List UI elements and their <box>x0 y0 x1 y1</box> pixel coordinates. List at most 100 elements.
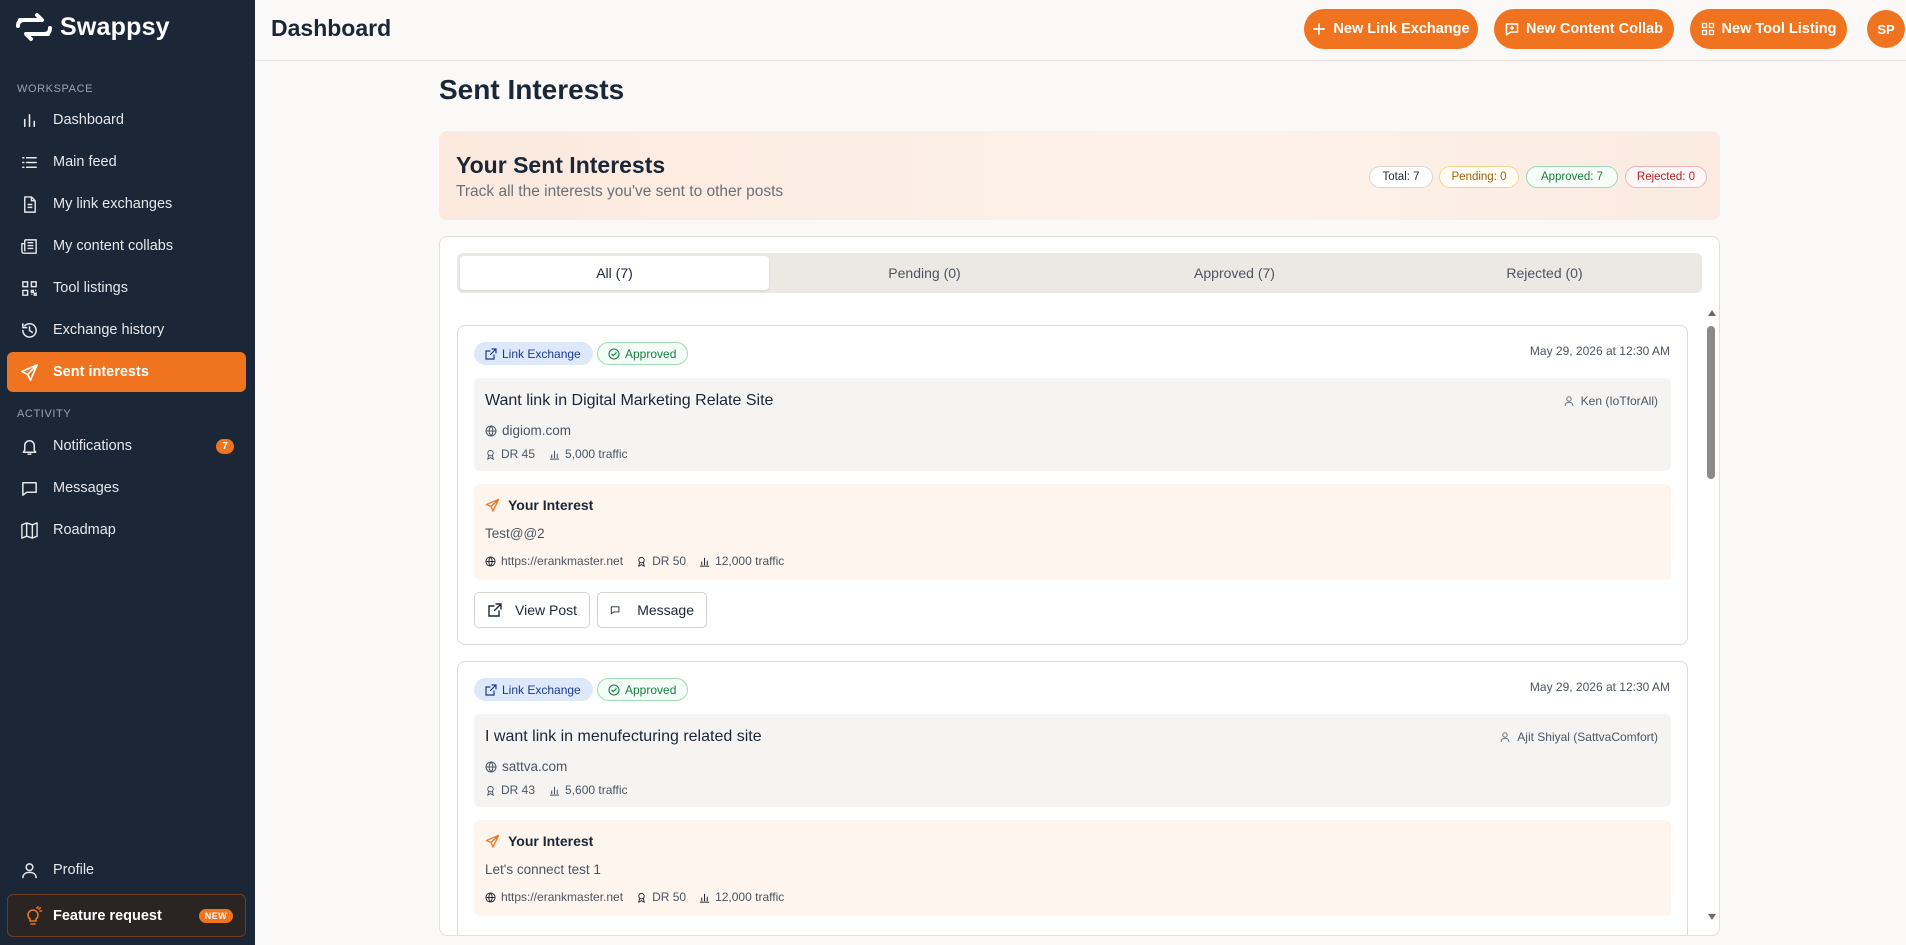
your-interest-heading: Your Interest <box>485 833 593 849</box>
post-traffic: 5,600 traffic <box>549 783 628 797</box>
user-avatar[interactable]: SP <box>1867 10 1905 48</box>
list-scrollbar[interactable] <box>1706 310 1718 920</box>
interest-card: Link Exchange Approved May 29, 2026 at 1… <box>457 661 1688 935</box>
interests-panel: All (7) Pending (0) Approved (7) Rejecte… <box>439 236 1720 936</box>
post-title: Want link in Digital Marketing Relate Si… <box>485 392 774 409</box>
feature-request-button[interactable]: Feature request NEW <box>7 894 246 937</box>
new-content-collab-button[interactable]: New Content Collab <box>1494 9 1674 49</box>
tab-rejected[interactable]: Rejected (0) <box>1390 256 1699 290</box>
total-count-badge: Total: 7 <box>1369 166 1433 188</box>
sidebar-item-label: Sent interests <box>53 364 149 380</box>
tab-approved[interactable]: Approved (7) <box>1080 256 1389 290</box>
award-icon <box>487 449 494 460</box>
message-button[interactable]: Message <box>597 592 707 628</box>
post-dr: DR 45 <box>485 447 535 461</box>
external-link-icon <box>485 347 497 360</box>
sidebar-item-main-feed[interactable]: Main feed <box>7 142 246 182</box>
list-icon <box>22 156 37 168</box>
post-site: digiom.com <box>485 423 571 438</box>
status-badge-label: Approved <box>625 682 677 697</box>
plus-icon <box>1313 23 1326 35</box>
app-logo[interactable]: Swappsy <box>14 10 170 44</box>
sidebar-item-tool-listings[interactable]: Tool listings <box>7 268 246 308</box>
check-circle-icon <box>608 683 620 696</box>
sidebar-item-label: Profile <box>53 862 95 878</box>
status-badge: Approved <box>597 342 689 365</box>
activity-nav: Notifications 7 Messages Roadmap <box>7 426 246 552</box>
bar-chart-icon <box>549 786 560 796</box>
message-label: Message <box>637 602 694 618</box>
document-icon <box>24 195 36 213</box>
your-interest-label: Your Interest <box>508 833 594 849</box>
sidebar-item-messages[interactable]: Messages <box>7 468 246 508</box>
sidebar-item-roadmap[interactable]: Roadmap <box>7 510 246 550</box>
post-traffic-value: 5,600 traffic <box>565 783 628 797</box>
type-badge: Link Exchange <box>474 678 593 701</box>
sidebar-item-profile[interactable]: Profile <box>7 850 246 890</box>
sidebar-item-label: Messages <box>53 480 120 496</box>
interest-message: Test@@2 <box>485 526 545 541</box>
page-title: Sent Interests <box>439 74 625 105</box>
post-site: sattva.com <box>485 759 567 774</box>
view-post-label: View Post <box>515 602 577 618</box>
bar-chart-icon <box>699 893 710 903</box>
scroll-up-arrow[interactable] <box>1708 310 1716 316</box>
grid-icon <box>1701 22 1714 36</box>
sidebar-item-exchange-history[interactable]: Exchange history <box>7 310 246 350</box>
post-dr-value: DR 43 <box>501 783 536 797</box>
interest-url-value: https://erankmaster.net <box>501 890 624 904</box>
new-badge: NEW <box>198 909 233 923</box>
view-post-button[interactable]: View Post <box>474 592 590 628</box>
message-plus-icon <box>1505 23 1519 36</box>
sidebar-item-dashboard[interactable]: Dashboard <box>7 100 246 140</box>
post-details: I want link in menufecturing related sit… <box>474 714 1671 807</box>
interest-dr-value: DR 50 <box>652 890 687 904</box>
scroll-thumb[interactable] <box>1707 326 1715 479</box>
your-interest-heading: Your Interest <box>485 497 593 513</box>
new-content-collab-label: New Content Collab <box>1526 21 1663 37</box>
interest-url: https://erankmaster.net <box>485 890 623 904</box>
sidebar-item-label: Tool listings <box>53 280 128 296</box>
award-icon <box>638 892 645 903</box>
rejected-count-badge: Rejected: 0 <box>1625 166 1707 188</box>
header-title: Dashboard <box>271 15 392 41</box>
interest-url-value: https://erankmaster.net <box>501 554 624 568</box>
type-badge: Link Exchange <box>474 342 593 365</box>
sidebar-item-my-link-exchanges[interactable]: My link exchanges <box>7 184 246 224</box>
new-tool-listing-button[interactable]: New Tool Listing <box>1690 9 1847 49</box>
user-icon <box>1564 396 1574 407</box>
newspaper-icon <box>21 238 37 254</box>
check-circle-icon <box>608 347 620 360</box>
sidebar-item-sent-interests[interactable]: Sent interests <box>7 352 246 392</box>
interest-traffic: 12,000 traffic <box>699 890 784 904</box>
post-site-domain: sattva.com <box>502 759 568 774</box>
message-icon <box>22 481 37 496</box>
post-metrics: DR 43 5,600 traffic <box>485 783 628 797</box>
post-author: Ajit Shiyal (SattvaComfort) <box>1499 730 1658 744</box>
post-dr-value: DR 45 <box>501 447 536 461</box>
workspace-section-label: WORKSPACE <box>17 83 94 95</box>
sidebar-item-my-content-collabs[interactable]: My content collabs <box>7 226 246 266</box>
globe-icon <box>485 425 497 436</box>
award-icon <box>487 785 494 796</box>
bar-chart-icon <box>23 113 36 127</box>
award-icon <box>638 556 645 567</box>
interest-traffic-value: 12,000 traffic <box>715 554 785 568</box>
globe-icon <box>485 761 497 772</box>
sidebar-item-label: Exchange history <box>53 322 165 338</box>
tab-all[interactable]: All (7) <box>460 256 769 290</box>
sidebar-item-notifications[interactable]: Notifications 7 <box>7 426 246 466</box>
interest-metrics: https://erankmaster.net DR 50 12,000 tra… <box>485 890 784 904</box>
notifications-count-badge: 7 <box>216 439 234 454</box>
interest-dr-value: DR 50 <box>652 554 687 568</box>
your-interest-label: Your Interest <box>508 497 594 513</box>
sidebar-item-label: Notifications <box>53 438 132 454</box>
summary-subtitle: Track all the interests you've sent to o… <box>456 183 784 200</box>
post-author-name: Ken (IoTforAll) <box>1580 394 1658 408</box>
your-interest-details: Your Interest Let's connect test 1 https… <box>474 820 1671 916</box>
tab-pending[interactable]: Pending (0) <box>770 256 1079 290</box>
scroll-down-arrow[interactable] <box>1708 914 1716 920</box>
new-link-exchange-button[interactable]: New Link Exchange <box>1304 9 1478 49</box>
your-interest-details: Your Interest Test@@2 https://erankmaste… <box>474 484 1671 580</box>
bell-icon <box>22 439 37 455</box>
